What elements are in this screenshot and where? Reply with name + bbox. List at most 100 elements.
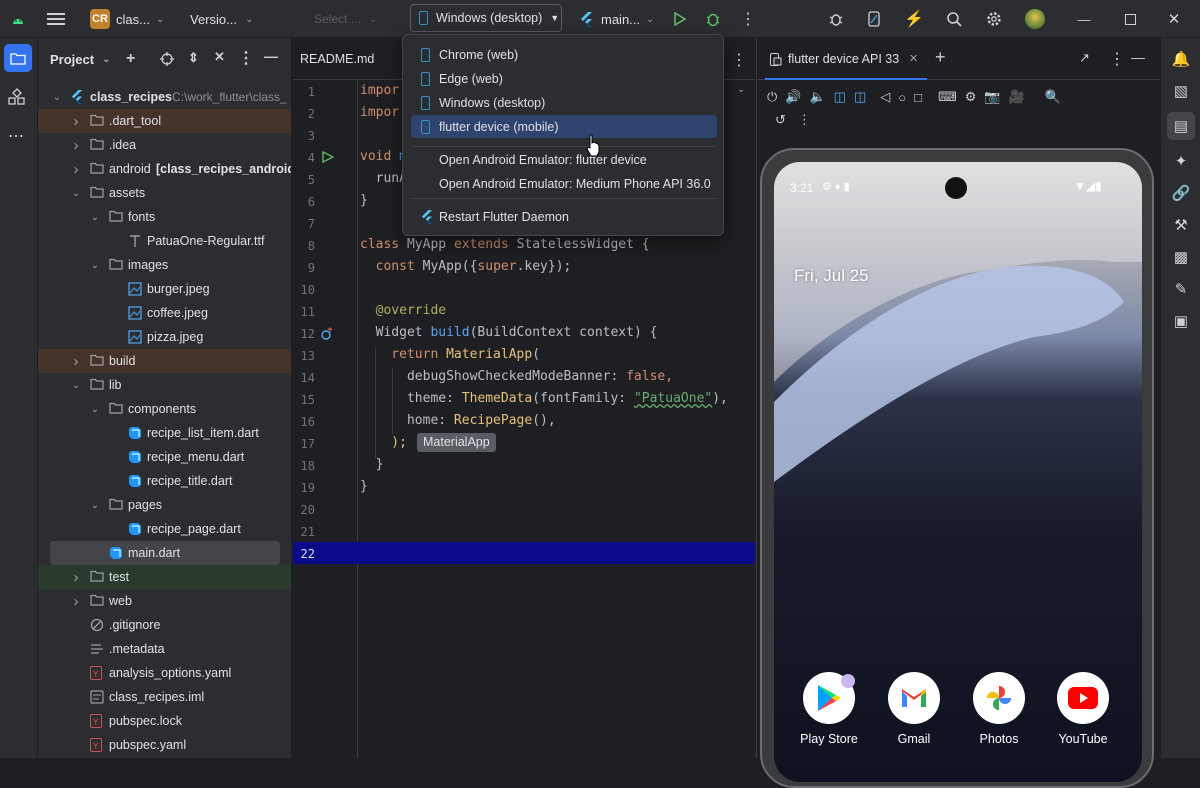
tree-item[interactable]: › .dart_tool — [38, 109, 291, 133]
config-selector[interactable]: Select ... ⌄ — [314, 0, 377, 38]
device-tab-label[interactable]: flutter device API 33 — [788, 52, 899, 66]
hide-panel-icon[interactable]: — — [264, 48, 278, 64]
open-external-icon[interactable]: ↗ — [1079, 50, 1090, 66]
menu-item-device[interactable]: flutter device (mobile) — [411, 115, 717, 138]
tree-item[interactable]: .metadata — [38, 637, 291, 661]
chevron-right-icon[interactable]: › — [71, 569, 81, 586]
tree-item[interactable]: main.dart — [50, 541, 280, 565]
rotate-left-icon[interactable]: ◫ — [834, 89, 846, 105]
run-config-selector[interactable]: main... ⌄ — [580, 0, 654, 38]
power-icon[interactable]: ⏻ — [767, 89, 777, 105]
snapshot-settings-icon[interactable]: ⚙ — [965, 89, 977, 105]
chevron-right-icon[interactable]: › — [71, 113, 81, 130]
apply-changes-icon[interactable]: ⚡ — [904, 0, 924, 38]
chevron-right-icon[interactable]: › — [71, 593, 81, 610]
project-folder-icon[interactable] — [4, 44, 32, 72]
app-gmail[interactable]: Gmail — [884, 672, 944, 746]
screenshot-icon[interactable]: 📷 — [984, 89, 1000, 105]
menu-item-open-emulator-flutter[interactable]: Open Android Emulator: flutter device — [411, 148, 717, 171]
notifications-bell-icon[interactable]: 🔔 — [1172, 50, 1191, 68]
add-device-icon[interactable]: + — [935, 47, 946, 68]
volume-down-icon[interactable]: 🔈 — [809, 89, 825, 105]
minimize-icon[interactable]: — — [1074, 0, 1094, 38]
collapse-all-icon[interactable]: ✕ — [214, 49, 225, 65]
chevron-right-icon[interactable]: › — [71, 353, 81, 370]
chevron-right-icon[interactable]: › — [71, 137, 81, 154]
chevron-down-icon[interactable]: ⌄ — [90, 500, 100, 511]
rotate-right-icon[interactable]: ◫ — [854, 89, 866, 105]
app-youtube[interactable]: YouTube — [1053, 672, 1113, 746]
back-icon[interactable]: ◁ — [880, 89, 890, 105]
menu-item-device[interactable]: Chrome (web) — [411, 43, 717, 66]
structure-icon[interactable] — [8, 88, 26, 109]
hide-panel-icon[interactable]: — — [1131, 49, 1145, 65]
tree-item[interactable]: burger.jpeg — [38, 277, 291, 301]
keyboard-icon[interactable]: ⌨ — [938, 89, 957, 105]
tree-item[interactable]: recipe_list_item.dart — [38, 421, 291, 445]
chevron-down-icon[interactable]: ⌄ — [90, 212, 100, 223]
more-icon[interactable]: ⋮ — [738, 0, 758, 38]
tree-item[interactable]: › build — [38, 349, 291, 373]
locate-icon[interactable] — [160, 52, 174, 66]
tree-item[interactable]: Yanalysis_options.yaml — [38, 661, 291, 685]
project-selector[interactable]: CR clas... ⌄ — [90, 0, 164, 38]
tree-item[interactable]: class_recipes.iml — [38, 685, 291, 709]
screen-record-icon[interactable]: 🎥 — [1009, 89, 1025, 105]
vcs-selector[interactable]: Versio... ⌄ — [190, 0, 253, 38]
tree-root[interactable]: ⌄ class_recipes C:\work_flutter\class_ — [38, 85, 291, 109]
app-inspection-icon[interactable]: ▩ — [1174, 248, 1188, 266]
tree-item[interactable]: pizza.jpeg — [38, 325, 291, 349]
run-gutter-icon[interactable] — [322, 151, 334, 163]
add-icon[interactable]: + — [126, 50, 135, 68]
options-icon[interactable]: ⋮ — [1109, 49, 1125, 69]
maximize-icon[interactable] — [1120, 0, 1140, 38]
device-manager-icon[interactable] — [864, 0, 884, 38]
menu-item-restart-daemon[interactable]: Restart Flutter Daemon — [411, 205, 717, 228]
tree-item[interactable]: coffee.jpeg — [38, 301, 291, 325]
tree-item[interactable]: › .idea — [38, 133, 291, 157]
tree-item[interactable]: ⌄ assets — [38, 181, 291, 205]
project-panel-title[interactable]: Project — [50, 52, 94, 67]
link-icon[interactable]: 🔗 — [1172, 184, 1191, 202]
menu-item-open-emulator-medium[interactable]: Open Android Emulator: Medium Phone API … — [411, 172, 717, 195]
avatar[interactable] — [1024, 0, 1046, 38]
tree-item[interactable]: ⌄ images — [38, 253, 291, 277]
undo-rotate-icon[interactable]: ↺ — [775, 112, 786, 128]
chevron-down-icon[interactable]: ⌄ — [737, 84, 745, 95]
tree-item[interactable]: › web — [38, 589, 291, 613]
home-icon[interactable]: ○ — [898, 90, 906, 105]
menu-item-device[interactable]: Windows (desktop) — [411, 91, 717, 114]
device-explorer-icon[interactable]: ▧ — [1174, 82, 1188, 100]
options-icon[interactable]: ⋮ — [238, 48, 254, 68]
search-icon[interactable] — [944, 0, 964, 38]
close-icon[interactable]: ✕ — [1164, 0, 1184, 38]
tree-item[interactable]: ⌄ pages — [38, 493, 291, 517]
volume-up-icon[interactable]: 🔊 — [785, 89, 801, 105]
close-tab-icon[interactable]: ✕ — [909, 52, 918, 65]
more-tools-icon[interactable]: ⋯ — [8, 126, 25, 146]
tree-item[interactable]: recipe_page.dart — [38, 517, 291, 541]
tree-item[interactable]: recipe_title.dart — [38, 469, 291, 493]
chevron-down-icon[interactable]: ⌄ — [102, 54, 110, 65]
chevron-down-icon[interactable]: ⌄ — [71, 188, 81, 199]
chevron-right-icon[interactable]: › — [71, 161, 81, 178]
tree-item[interactable]: PatuaOne-Regular.ttf — [38, 229, 291, 253]
more-icon[interactable]: ⋮ — [798, 112, 811, 128]
run-icon[interactable] — [670, 0, 690, 38]
overview-icon[interactable]: □ — [914, 90, 922, 105]
tree-item[interactable]: › android [class_recipes_android] — [38, 157, 292, 181]
tree-item[interactable]: Ypubspec.lock — [38, 709, 291, 733]
settings-gear-icon[interactable] — [984, 0, 1004, 38]
debug-icon[interactable] — [703, 0, 723, 38]
edit-pen-icon[interactable]: ✎ — [1175, 280, 1188, 298]
menu-item-device[interactable]: Edge (web) — [411, 67, 717, 90]
tree-item[interactable]: › test — [38, 565, 291, 589]
tools-icon[interactable]: ⚒ — [1174, 216, 1187, 234]
gemini-icon[interactable]: ✦ — [1175, 152, 1188, 170]
device-selector[interactable]: Windows (desktop) ▼ — [410, 4, 562, 32]
attach-debugger-icon[interactable] — [826, 0, 846, 38]
running-devices-icon[interactable]: ▤ — [1167, 112, 1195, 140]
tree-item[interactable]: .gitignore — [38, 613, 291, 637]
tree-item[interactable]: ⌄ lib — [38, 373, 291, 397]
app-photos[interactable]: Photos — [969, 672, 1029, 746]
